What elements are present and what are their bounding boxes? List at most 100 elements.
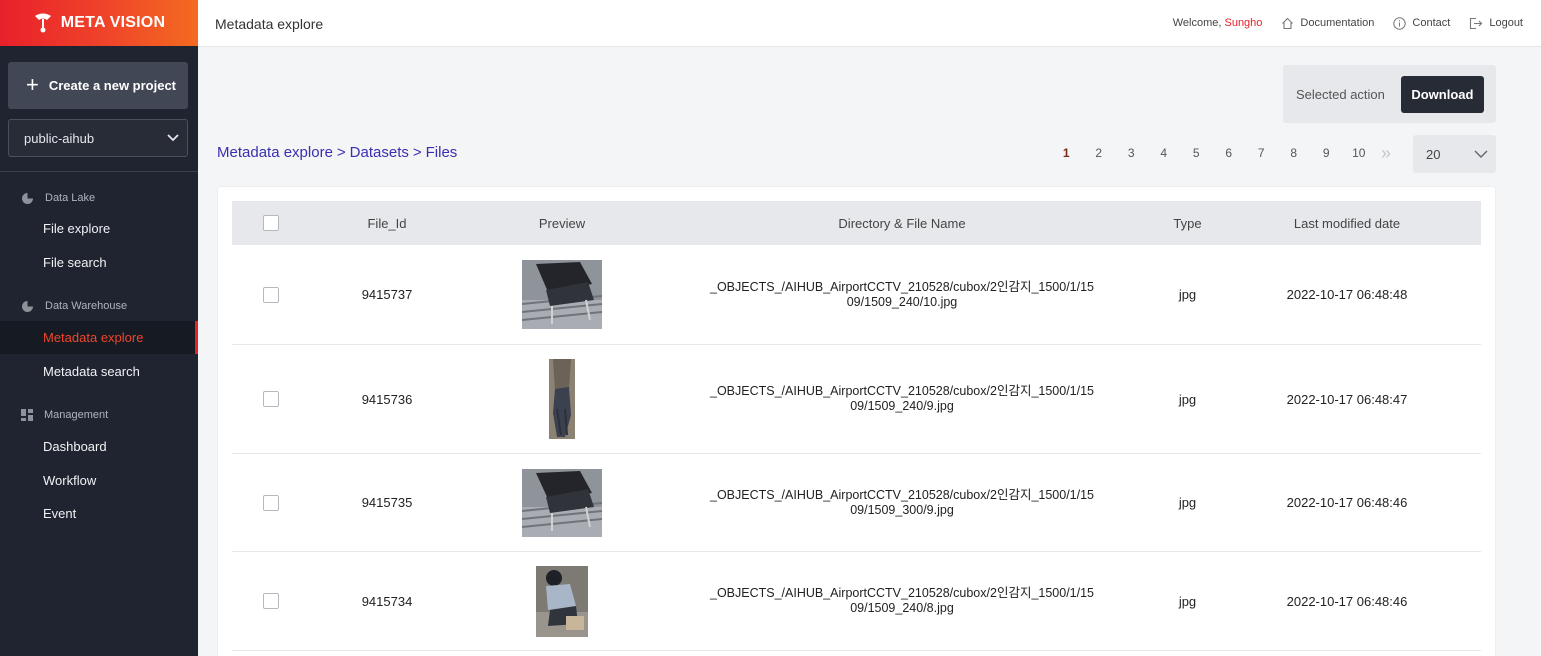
sidebar-item-dashboard[interactable]: Dashboard xyxy=(0,430,198,463)
brand-name: META VISION xyxy=(60,14,166,31)
table-row[interactable]: 9415737 _OBJECTS_/AIHUB_AirportCCTV_2105… xyxy=(232,245,1481,345)
selected-action-label: Selected action xyxy=(1296,86,1385,102)
preview-cell xyxy=(465,345,659,453)
files-table: File_Id Preview Directory & File Name Ty… xyxy=(217,186,1496,656)
sidebar-item-event[interactable]: Event xyxy=(0,497,198,530)
page-6[interactable]: 6 xyxy=(1213,146,1246,160)
file-type: jpg xyxy=(1178,391,1197,407)
brand-logo-icon xyxy=(33,12,53,34)
user-name[interactable]: Sungho xyxy=(1224,17,1262,29)
last-modified: 2022-10-17 06:48:46 xyxy=(1286,495,1408,510)
info-icon xyxy=(1393,16,1407,30)
column-last-modified[interactable]: Last modified date xyxy=(1230,201,1464,245)
chevron-down-icon xyxy=(1474,150,1488,158)
path-cell: _OBJECTS_/AIHUB_AirportCCTV_210528/cubox… xyxy=(659,552,1145,650)
top-bar: Metadata explore Welcome, Sungho Documen… xyxy=(198,0,1541,47)
pagination: 1 2 3 4 5 6 7 8 9 10 » xyxy=(1050,143,1391,163)
sidebar-item-label: Metadata search xyxy=(43,364,140,379)
sidebar-item-label: File explore xyxy=(43,221,111,236)
row-checkbox[interactable] xyxy=(262,494,279,511)
preview-thumbnail[interactable] xyxy=(522,468,602,537)
sidebar-item-file-explore[interactable]: File explore xyxy=(0,212,198,245)
selected-action-panel: Selected action Download xyxy=(1283,65,1496,123)
per-page-value: 20 xyxy=(1426,146,1441,162)
create-project-button[interactable]: + Create a new project xyxy=(8,62,188,109)
pie-chart-icon xyxy=(22,299,34,312)
page-1[interactable]: 1 xyxy=(1050,146,1083,160)
brand-header[interactable]: META VISION xyxy=(0,0,198,46)
dashboard-icon xyxy=(21,409,33,421)
column-directory[interactable]: Directory & File Name xyxy=(659,201,1145,245)
nav-section-label: Data Warehouse xyxy=(45,300,128,312)
nav-section-label: Management xyxy=(44,409,109,421)
preview-thumbnail[interactable] xyxy=(549,359,575,439)
preview-cell xyxy=(465,245,659,344)
page-8[interactable]: 8 xyxy=(1278,146,1311,160)
column-type[interactable]: Type xyxy=(1145,201,1230,245)
contact-label: Contact xyxy=(1412,17,1451,29)
row-checkbox[interactable] xyxy=(262,593,279,609)
path-cell: _OBJECTS_/AIHUB_AirportCCTV_210528/cubox… xyxy=(659,345,1145,453)
column-file-id[interactable]: File_Id xyxy=(309,201,465,245)
header-checkbox-cell xyxy=(232,201,309,245)
sidebar-item-metadata-search[interactable]: Metadata search xyxy=(0,355,198,388)
row-checkbox-cell xyxy=(232,454,309,551)
logout-link[interactable]: Logout xyxy=(1469,17,1523,30)
documentation-label: Documentation xyxy=(1300,17,1375,29)
page-7[interactable]: 7 xyxy=(1245,146,1278,160)
preview-thumbnail[interactable] xyxy=(536,565,588,637)
logout-label: Logout xyxy=(1489,17,1523,29)
row-checkbox-cell xyxy=(232,245,309,344)
file-type: jpg xyxy=(1178,287,1197,302)
logout-icon xyxy=(1470,17,1483,29)
table-row[interactable]: 9415734 _OBJECTS_/AIHUB_AirportCCTV_2105… xyxy=(232,552,1481,651)
sidebar-item-label: Metadata explore xyxy=(43,330,144,345)
file-id: 9415735 xyxy=(361,495,413,510)
home-icon xyxy=(1282,17,1294,29)
breadcrumb-datasets[interactable]: Datasets xyxy=(350,144,409,161)
page-10[interactable]: 10 xyxy=(1343,146,1376,160)
row-checkbox[interactable] xyxy=(262,286,279,303)
row-checkbox-cell xyxy=(232,552,309,650)
sidebar-item-file-search[interactable]: File search xyxy=(0,246,198,279)
per-page-select[interactable]: 20 xyxy=(1413,135,1496,173)
sidebar-item-label: File search xyxy=(43,255,107,270)
path-cell: _OBJECTS_/AIHUB_AirportCCTV_210528/cubox… xyxy=(659,245,1145,344)
create-project-label: Create a new project xyxy=(48,78,177,93)
nav-section-label: Data Lake xyxy=(45,192,96,204)
project-select[interactable]: public-aihub xyxy=(8,119,188,157)
sidebar-item-metadata-explore[interactable]: Metadata explore xyxy=(0,321,198,354)
breadcrumb-separator: > xyxy=(412,144,422,161)
contact-link[interactable]: Contact xyxy=(1393,16,1451,30)
sidebar-item-label: Workflow xyxy=(43,473,97,488)
table-row[interactable]: 9415736 _OBJECTS_/AIHUB_AirportCCTV_2105… xyxy=(232,345,1481,454)
select-all-checkbox[interactable] xyxy=(262,215,279,231)
breadcrumb-metadata-explore[interactable]: Metadata explore xyxy=(217,144,333,161)
row-checkbox-cell xyxy=(232,345,309,453)
page-3[interactable]: 3 xyxy=(1115,146,1148,160)
sidebar-item-workflow[interactable]: Workflow xyxy=(0,464,198,497)
breadcrumb-separator: > xyxy=(336,144,346,161)
table-row[interactable]: 9415735 _OBJECTS_/AIHUB_AirportCCTV_2105… xyxy=(232,454,1481,552)
page-5[interactable]: 5 xyxy=(1180,146,1213,160)
file-path: _OBJECTS_/AIHUB_AirportCCTV_210528/cubox… xyxy=(710,279,1094,309)
nav-section-data-lake: Data Lake xyxy=(0,187,198,209)
last-modified: 2022-10-17 06:48:47 xyxy=(1286,391,1408,407)
plus-icon: + xyxy=(26,71,39,97)
preview-thumbnail[interactable] xyxy=(522,260,602,329)
documentation-link[interactable]: Documentation xyxy=(1281,17,1374,30)
double-chevron-right-icon[interactable]: » xyxy=(1381,143,1391,164)
welcome-label: Welcome, xyxy=(1172,17,1222,29)
page-4[interactable]: 4 xyxy=(1148,146,1181,160)
last-modified: 2022-10-17 06:48:46 xyxy=(1286,593,1408,609)
top-nav: Welcome, Sungho Documentation Contact Lo… xyxy=(1172,16,1523,30)
breadcrumb-files[interactable]: Files xyxy=(426,144,458,161)
file-id: 9415734 xyxy=(361,593,413,609)
path-cell: _OBJECTS_/AIHUB_AirportCCTV_210528/cubox… xyxy=(659,454,1145,551)
page-9[interactable]: 9 xyxy=(1310,146,1343,160)
nav-section-management: Management xyxy=(0,404,198,426)
row-checkbox[interactable] xyxy=(262,391,279,407)
file-path: _OBJECTS_/AIHUB_AirportCCTV_210528/cubox… xyxy=(710,384,1094,413)
download-button[interactable]: Download xyxy=(1400,75,1484,113)
page-2[interactable]: 2 xyxy=(1083,146,1116,160)
